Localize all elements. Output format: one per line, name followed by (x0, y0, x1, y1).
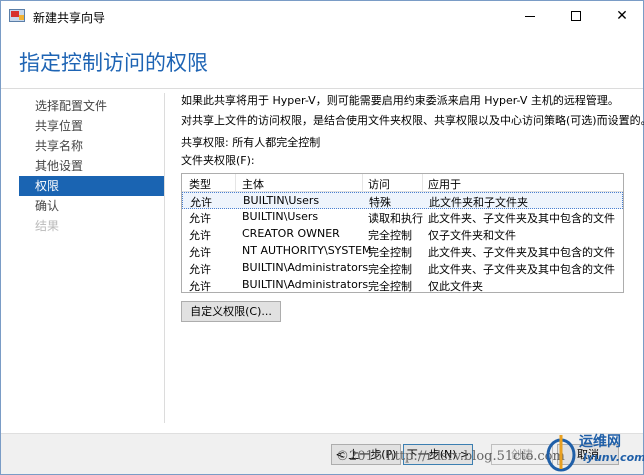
close-icon[interactable]: ✕ (599, 1, 644, 31)
cell-type: 允许 (189, 263, 211, 276)
cell-principal: BUILTIN\Users (243, 194, 320, 207)
cell-type: 允许 (189, 229, 211, 242)
cell-type: 允许 (190, 196, 212, 209)
step-select-profile[interactable]: 选择配置文件 (19, 96, 164, 116)
folder-permissions-table[interactable]: 类型 主体 访问 应用于 允许 BUILTIN\Users 特殊 此文件夹和子文… (181, 173, 624, 293)
cell-type: 允许 (189, 212, 211, 225)
page-title: 指定控制访问的权限 (19, 51, 208, 75)
cell-applies-to: 此文件夹、子文件夹及其中包含的文件 (428, 263, 615, 276)
column-header-principal[interactable]: 主体 (242, 176, 264, 192)
table-header: 类型 主体 访问 应用于 (182, 174, 623, 192)
table-row[interactable]: 允许 NT AUTHORITY\SYSTEM 完全控制 此文件夹、子文件夹及其中… (182, 243, 623, 260)
share-permissions-text: 共享权限: 所有人都完全控制 (181, 136, 321, 149)
cell-access: 读取和执行 (368, 212, 423, 225)
customize-permissions-button[interactable]: 自定义权限(C)... (181, 301, 281, 322)
cell-access: 完全控制 (368, 280, 412, 293)
folder-permissions-label: 文件夹权限(F): (181, 154, 255, 167)
nav-divider (164, 93, 165, 423)
table-row[interactable]: 允许 BUILTIN\Users 读取和执行 此文件夹、子文件夹及其中包含的文件 (182, 209, 623, 226)
logo-mark-icon (546, 435, 576, 472)
column-header-access[interactable]: 访问 (368, 176, 390, 192)
cell-applies-to: 仅此文件夹 (428, 280, 483, 293)
access-info-text: 对共享上文件的访问权限，是结合使用文件夹权限、共享权限以及中心访问策略(可选)而… (181, 114, 644, 127)
column-header-applies-to[interactable]: 应用于 (428, 176, 461, 192)
wizard-steps: 选择配置文件 共享位置 共享名称 其他设置 权限 确认 结果 (19, 96, 164, 236)
column-divider (362, 174, 363, 192)
cell-type: 允许 (189, 280, 211, 293)
share-wizard-icon (9, 9, 25, 22)
cell-principal: CREATOR OWNER (242, 227, 340, 240)
cell-type: 允许 (189, 246, 211, 259)
cell-principal: NT AUTHORITY\SYSTEM (242, 244, 372, 257)
cell-access: 完全控制 (368, 263, 412, 276)
page-header: 指定控制访问的权限 (1, 31, 643, 89)
logo-text-url: iyunv.com (583, 451, 644, 464)
column-divider (235, 174, 236, 192)
minimize-icon[interactable] (507, 1, 553, 31)
step-permissions[interactable]: 权限 (19, 176, 164, 196)
column-header-type[interactable]: 类型 (189, 176, 211, 192)
cell-access: 完全控制 (368, 229, 412, 242)
window-title: 新建共享向导 (33, 11, 106, 25)
logo-text-cn: 运维网 (579, 434, 621, 450)
table-row[interactable]: 允许 CREATOR OWNER 完全控制 仅子文件夹和文件 (182, 226, 623, 243)
title-bar: 新建共享向导 ✕ (1, 1, 643, 31)
step-other-settings[interactable]: 其他设置 (19, 156, 164, 176)
cell-principal: BUILTIN\Users (242, 210, 319, 223)
watermark-text: ©2016 http://rdsrv.blog.51cto.com (336, 449, 565, 464)
cell-applies-to: 此文件夹和子文件夹 (429, 196, 528, 209)
hyperv-info-text: 如果此共享将用于 Hyper-V，则可能需要启用约束委派来启用 Hyper-V … (181, 94, 619, 107)
table-row[interactable]: 允许 BUILTIN\Administrators 完全控制 仅此文件夹 (182, 277, 623, 294)
cell-applies-to: 仅子文件夹和文件 (428, 229, 516, 242)
cell-applies-to: 此文件夹、子文件夹及其中包含的文件 (428, 212, 615, 225)
cell-access: 特殊 (369, 196, 391, 209)
step-share-name[interactable]: 共享名称 (19, 136, 164, 156)
step-confirmation[interactable]: 确认 (19, 196, 164, 216)
wizard-window: 新建共享向导 ✕ 指定控制访问的权限 选择配置文件 共享位置 共享名称 其他设置… (0, 0, 644, 475)
cell-access: 完全控制 (368, 246, 412, 259)
site-logo: 运维网 iyunv.com (541, 429, 644, 473)
step-share-location[interactable]: 共享位置 (19, 116, 164, 136)
cell-applies-to: 此文件夹、子文件夹及其中包含的文件 (428, 246, 615, 259)
maximize-icon[interactable] (553, 1, 599, 31)
cell-principal: BUILTIN\Administrators (242, 278, 369, 291)
column-divider (422, 174, 423, 192)
table-row[interactable]: 允许 BUILTIN\Administrators 完全控制 此文件夹、子文件夹… (182, 260, 623, 277)
cell-principal: BUILTIN\Administrators (242, 261, 369, 274)
step-results: 结果 (35, 219, 60, 233)
table-row[interactable]: 允许 BUILTIN\Users 特殊 此文件夹和子文件夹 (182, 192, 623, 209)
